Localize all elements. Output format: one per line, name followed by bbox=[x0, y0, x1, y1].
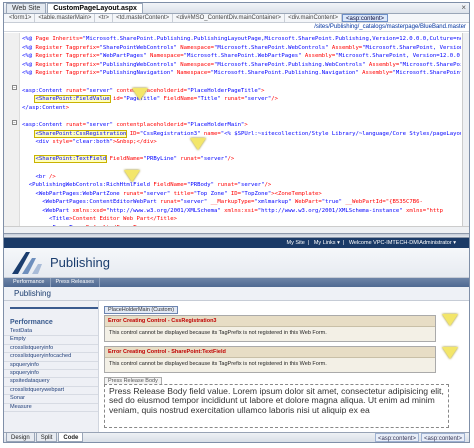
error-message: This control cannot be displayed because… bbox=[109, 330, 327, 336]
code-line[interactable]: <div style="clear:both">&nbsp;</div> bbox=[22, 138, 461, 147]
site-logo-icon bbox=[10, 250, 44, 276]
code-line[interactable]: <WebPartPages:ContentEditorWebPart runat… bbox=[22, 198, 461, 207]
code-line[interactable]: </asp:Content> bbox=[22, 104, 461, 113]
code-lines[interactable]: <%@ Page Inherits="Microsoft.SharePoint.… bbox=[22, 35, 461, 233]
callout-arrow-icon bbox=[124, 170, 140, 182]
tab-web-site[interactable]: Web Site bbox=[6, 3, 47, 13]
code-view[interactable]: − − <%@ Page Inherits="Microsoft.SharePo… bbox=[4, 33, 469, 233]
quick-launch-item[interactable]: spqueryinfo bbox=[4, 362, 98, 371]
page-title: Publishing bbox=[4, 287, 469, 301]
error-message: This control cannot be displayed because… bbox=[109, 361, 327, 367]
tag-selector-item[interactable]: <tr> bbox=[95, 14, 114, 22]
quick-launch-item[interactable]: crosslistquerywebpart bbox=[4, 387, 98, 396]
placeholder-label: PlaceHolderMain (Custom) bbox=[104, 306, 179, 314]
my-site-link[interactable]: My Site bbox=[287, 240, 305, 246]
tag-selector-item[interactable]: <table.masterMain> bbox=[35, 14, 96, 22]
press-release-body-field[interactable]: Press Release Body field value. Lorem ip… bbox=[104, 384, 449, 428]
welcome-menu[interactable]: Welcome VPC-IMTECH-DM\Administrator ▾ bbox=[349, 240, 456, 246]
view-switcher-bar: Design Split Code <asp:content> <asp:con… bbox=[4, 432, 469, 442]
code-line[interactable]: <WebPartPages:WebPartZone runat="server"… bbox=[22, 190, 461, 199]
code-line[interactable]: <%@ Register Tagprefix="PublishingNaviga… bbox=[22, 69, 461, 78]
quick-launch: Performance TestData Empty crosslistqueryi… bbox=[4, 301, 99, 432]
editor-window: Web Site CustomPageLayout.aspx × <form1>… bbox=[3, 2, 470, 443]
master-page-path[interactable]: /sites/Publishing/_catalogs/masterpage/B… bbox=[4, 23, 469, 32]
code-line[interactable]: <%@ Register Tagprefix="SharePointWebCon… bbox=[22, 44, 461, 53]
document-tabs: Web Site CustomPageLayout.aspx × bbox=[4, 3, 469, 14]
tag-selector-item[interactable]: <asp:content> bbox=[341, 14, 389, 22]
code-horizontal-scrollbar[interactable] bbox=[4, 226, 469, 233]
code-line[interactable]: <SharePoint:TextField FieldName="PRByLin… bbox=[22, 155, 461, 164]
split-view-tab[interactable]: Split bbox=[35, 433, 58, 442]
code-vertical-scrollbar[interactable] bbox=[462, 33, 469, 233]
my-links-link[interactable]: My Links ▾ bbox=[314, 240, 340, 246]
code-line[interactable]: <%@ Register Tagprefix="PublishingWebCon… bbox=[22, 61, 461, 70]
site-header: Publishing bbox=[4, 248, 469, 278]
quick-launch-items: TestData Empty crosslistqueryinfo crosslist… bbox=[4, 328, 98, 413]
code-line[interactable] bbox=[22, 112, 461, 121]
tab-label: CustomPageLayout.aspx bbox=[53, 5, 137, 12]
code-line[interactable]: <SharePoint:FieldValue id="PageTitle" Fi… bbox=[22, 95, 461, 104]
top-navigation: Performance Press Releases bbox=[4, 278, 469, 287]
error-control[interactable]: Error Creating Control - CssRegistration… bbox=[104, 315, 436, 342]
code-line[interactable]: <WebPart xmlns:xsd="http://www.w3.org/20… bbox=[22, 207, 461, 216]
quick-launch-item[interactable]: spqueryinfo bbox=[4, 370, 98, 379]
top-links: My Site | My Links ▾ | Welcome VPC-IMTECH-… bbox=[4, 238, 469, 248]
code-line[interactable] bbox=[22, 78, 461, 87]
tab-custom-page-layout[interactable]: CustomPageLayout.aspx bbox=[47, 3, 143, 13]
field-label: Press Release Body bbox=[104, 377, 162, 384]
code-line[interactable]: <asp:Content runat="server" contentplace… bbox=[22, 121, 461, 130]
close-icon[interactable]: × bbox=[461, 3, 469, 13]
design-view[interactable]: My Site | My Links ▾ | Welcome VPC-IMTECH-… bbox=[4, 238, 469, 432]
quick-launch-item[interactable]: Empty bbox=[4, 336, 98, 345]
design-view-tab[interactable]: Design bbox=[6, 433, 35, 442]
status-tag[interactable]: <asp:content> bbox=[374, 433, 419, 442]
collapse-icon[interactable]: − bbox=[12, 120, 17, 125]
code-line[interactable]: <%@ Register Tagprefix="WebPartPages" Na… bbox=[22, 52, 461, 61]
quick-tag-selector: <form1> <table.masterMain> <tr> <td.masterC… bbox=[4, 14, 469, 23]
callout-arrow-icon bbox=[190, 138, 206, 150]
error-control[interactable]: Error Creating Control - SharePoint:Text… bbox=[104, 346, 436, 373]
site-title[interactable]: Publishing bbox=[50, 255, 110, 270]
code-line[interactable] bbox=[22, 147, 461, 156]
callout-arrow-icon bbox=[442, 314, 458, 326]
quick-launch-item[interactable]: TestData bbox=[4, 328, 98, 337]
quick-launch-item[interactable]: crosslistqueryinfocached bbox=[4, 353, 98, 362]
code-line[interactable]: <Title>Content Editor Web Part</Title> bbox=[22, 215, 461, 224]
collapse-icon[interactable]: − bbox=[12, 85, 17, 90]
status-tag[interactable]: <asp:content> bbox=[420, 433, 465, 442]
code-line[interactable] bbox=[22, 164, 461, 173]
tag-selector-item[interactable]: <div.mainContent> bbox=[285, 14, 342, 22]
tag-selector-item[interactable]: <div#MSO_ContentDiv.mainContainer> bbox=[173, 14, 286, 22]
main-content: PlaceHolderMain (Custom) Error Creating … bbox=[102, 304, 462, 432]
code-view-tab[interactable]: Code bbox=[58, 433, 84, 442]
code-gutter: − − bbox=[4, 33, 20, 233]
quick-launch-heading[interactable]: Performance bbox=[10, 307, 98, 326]
callout-arrow-icon bbox=[132, 88, 148, 100]
quick-launch-item[interactable]: spsitedataquery bbox=[4, 378, 98, 387]
error-title: Error Creating Control - CssRegistration… bbox=[105, 316, 435, 327]
code-line[interactable]: <br /> bbox=[22, 173, 461, 182]
quick-launch-item[interactable]: crosslistqueryinfo bbox=[4, 345, 98, 354]
tag-selector-item[interactable]: <form1> bbox=[6, 14, 36, 22]
error-title: Error Creating Control - SharePoint:Text… bbox=[105, 347, 435, 358]
callout-arrow-icon bbox=[442, 347, 458, 359]
tag-selector-item[interactable]: <td.masterContent> bbox=[113, 14, 174, 22]
quick-launch-item[interactable]: Sonar bbox=[4, 395, 98, 404]
code-line[interactable]: <asp:Content runat="server" contentplace… bbox=[22, 87, 461, 96]
code-line[interactable]: <PublishingWebControls:RichHtmlField Fie… bbox=[22, 181, 461, 190]
quick-launch-item[interactable]: Measure bbox=[4, 404, 98, 413]
status-tags: <asp:content> <asp:content> bbox=[373, 433, 469, 442]
nav-item-press-releases[interactable]: Press Releases bbox=[51, 278, 101, 287]
code-line[interactable]: <%@ Page Inherits="Microsoft.SharePoint.… bbox=[22, 35, 461, 44]
nav-item-performance[interactable]: Performance bbox=[8, 278, 51, 287]
code-line[interactable]: <SharePoint:CssRegistration ID="CssRegis… bbox=[22, 129, 461, 139]
